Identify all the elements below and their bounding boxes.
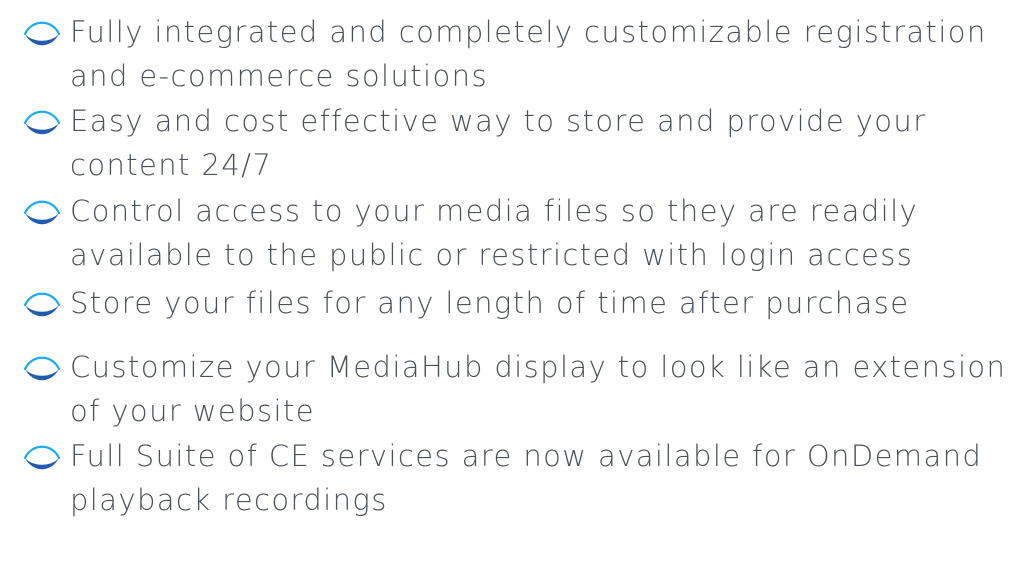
feature-text: Customize your MediaHub display to look … <box>70 350 1007 428</box>
list-item: Full Suite of CE services are now availa… <box>0 434 1026 517</box>
feature-text: Easy and cost effective way to store and… <box>70 104 927 182</box>
wave-arc-icon <box>22 444 62 474</box>
list-item: Customize your MediaHub display to look … <box>0 345 1026 428</box>
list-item: Fully integrated and completely customiz… <box>0 10 1026 93</box>
list-item: Easy and cost effective way to store and… <box>0 99 1026 182</box>
feature-text: Full Suite of CE services are now availa… <box>70 439 983 517</box>
feature-text: Store your files for any length of time … <box>70 286 910 320</box>
wave-arc-icon <box>22 109 62 139</box>
feature-text: Fully integrated and completely customiz… <box>70 15 987 93</box>
wave-arc-icon <box>22 20 62 50</box>
list-item: Control access to your media files so th… <box>0 189 1026 272</box>
wave-arc-icon <box>22 355 62 385</box>
feature-text: Control access to your media files so th… <box>70 194 919 272</box>
wave-arc-icon <box>22 291 62 321</box>
wave-arc-icon <box>22 199 62 229</box>
